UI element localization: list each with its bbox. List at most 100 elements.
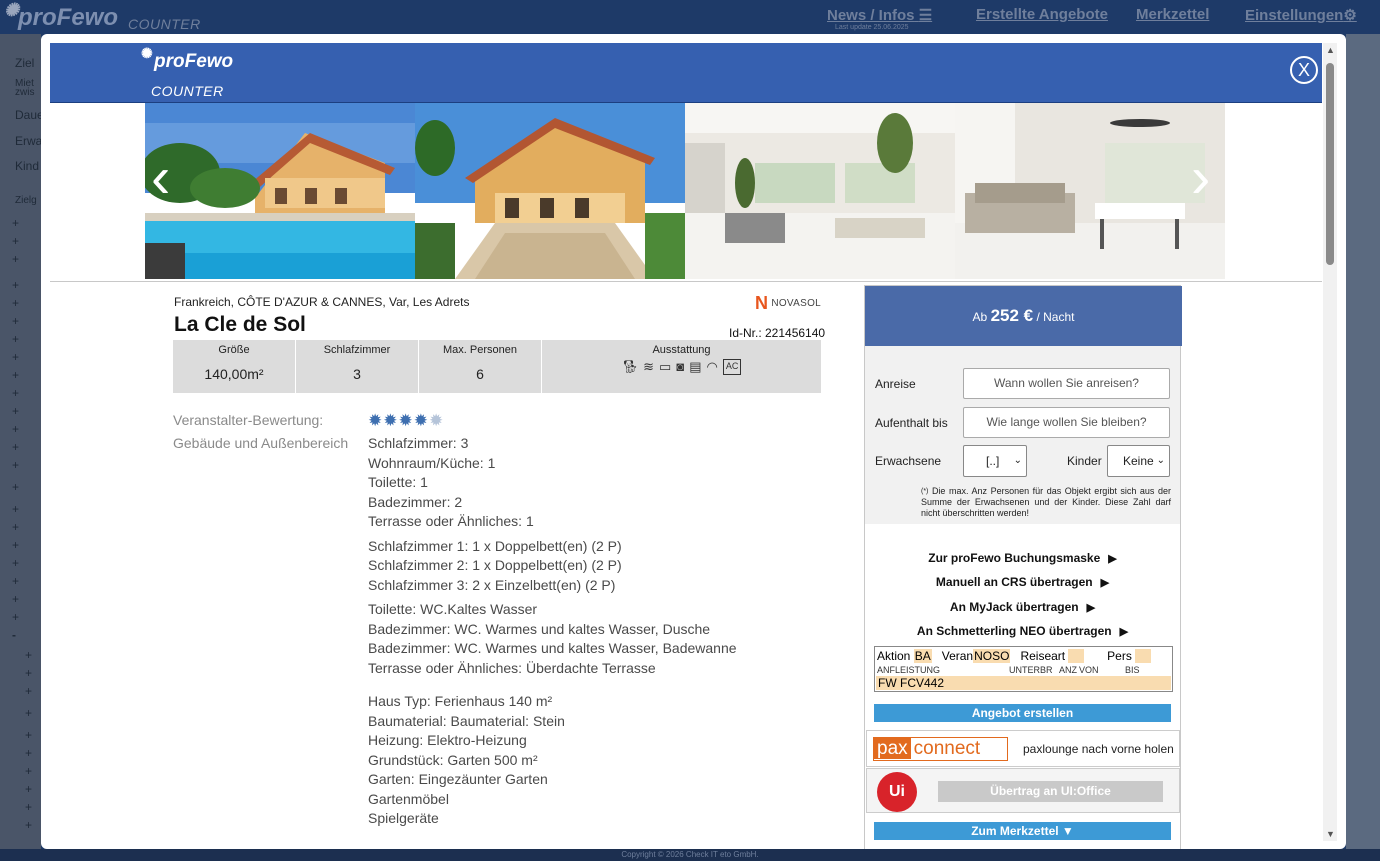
price-value: 252 € xyxy=(990,306,1034,325)
gear-icon: ⚙ xyxy=(1343,7,1357,24)
expand-icon[interactable]: + xyxy=(12,234,19,248)
schmetterling-transfer-button[interactable]: An Schmetterling NEO übertragen ▶ xyxy=(874,621,1171,641)
sidebar-label: Kind xyxy=(15,159,40,173)
expand-icon[interactable]: + xyxy=(12,216,19,230)
scroll-up-icon[interactable]: ▲ xyxy=(1326,45,1335,55)
nav-settings[interactable]: Einstellungen⚙ xyxy=(1245,6,1357,24)
expand-icon[interactable]: + xyxy=(12,332,19,346)
expand-icon[interactable]: + xyxy=(25,728,32,742)
crs-pers-field[interactable] xyxy=(1135,649,1151,663)
create-offer-button[interactable]: Angebot erstellen xyxy=(874,704,1171,722)
chevron-down-icon: ⌄ xyxy=(1013,455,1022,466)
modal-content: ✺ proFewo COUNTER X ‹ › Frankreich, CÔTE… xyxy=(50,43,1322,849)
expand-icon[interactable]: + xyxy=(25,684,32,698)
detail-line: Spielgeräte xyxy=(368,810,439,826)
nav-news-sub: Last update 25.06.2025 xyxy=(835,24,909,31)
crs-transfer-button[interactable]: Manuell an CRS übertragen ▶ xyxy=(874,572,1171,592)
photo-villa-pool[interactable] xyxy=(145,103,415,279)
uioffice-row: Ui Übertrag an UI:Office xyxy=(866,768,1180,813)
paxconnect-row: pax connect paxlounge nach vorne holen xyxy=(866,730,1180,767)
expand-icon[interactable]: + xyxy=(12,458,19,472)
app-logo[interactable]: ✺ proFewo COUNTER xyxy=(4,0,200,32)
uioffice-transfer-button[interactable]: Übertrag an UI:Office xyxy=(938,781,1163,802)
expand-icon[interactable]: + xyxy=(12,610,19,624)
price-box: Ab 252 € / Nacht xyxy=(865,286,1182,346)
crs-aktion-field[interactable]: BA xyxy=(913,649,932,663)
photo-villa-stairs[interactable] xyxy=(415,103,685,279)
nav-news[interactable]: News / Infos ☰ xyxy=(827,6,932,24)
expand-icon[interactable]: + xyxy=(12,440,19,454)
expand-icon[interactable]: + xyxy=(25,746,32,760)
stay-input[interactable]: Wie lange wollen Sie bleiben? xyxy=(963,407,1170,438)
expand-icon[interactable]: + xyxy=(12,386,19,400)
crs-mask: Aktion BA VeranNOSO Reiseart Pers ANFLEI… xyxy=(874,646,1173,692)
expand-icon[interactable]: + xyxy=(12,404,19,418)
arrival-label: Anreise xyxy=(875,377,916,391)
stay-label: Aufenthalt bis xyxy=(875,416,948,430)
expand-icon[interactable]: + xyxy=(25,818,32,832)
gallery-next-arrow[interactable]: › xyxy=(1191,149,1210,207)
rating-stars: ✹✹✹✹✹ xyxy=(368,411,444,431)
photo-living-room[interactable] xyxy=(685,103,955,279)
star-empty-icon: ✹ xyxy=(429,411,445,430)
expand-icon[interactable]: + xyxy=(25,666,32,680)
expand-icon[interactable]: + xyxy=(12,314,19,328)
nav-offers[interactable]: Erstellte Angebote xyxy=(976,6,1108,23)
property-title: La Cle de Sol xyxy=(174,313,306,336)
adults-select[interactable]: [..] ⌄ xyxy=(963,445,1027,477)
expand-icon[interactable]: + xyxy=(25,648,32,662)
app-topbar: ✺ proFewo COUNTER News / Infos ☰ Last up… xyxy=(0,0,1380,34)
expand-icon[interactable]: + xyxy=(12,520,19,534)
collapse-icon[interactable]: - xyxy=(12,628,16,642)
section-label: Gebäude und Außenbereich xyxy=(173,435,349,451)
crs-reiseart-field[interactable] xyxy=(1068,649,1084,663)
fact-max-persons: Max. Personen 6 xyxy=(419,340,542,393)
watchlist-button[interactable]: Zum Merkzettel ▼ xyxy=(874,822,1171,840)
expand-icon[interactable]: + xyxy=(12,502,19,516)
close-button[interactable]: X xyxy=(1290,56,1318,84)
expand-icon[interactable]: + xyxy=(25,764,32,778)
expand-icon[interactable]: + xyxy=(12,252,19,266)
scroll-down-icon[interactable]: ▼ xyxy=(1326,829,1335,839)
detail-line: Haus Typ: Ferienhaus 140 m² xyxy=(368,693,553,709)
expand-icon[interactable]: + xyxy=(12,368,19,382)
paxlounge-link[interactable]: paxlounge nach vorne holen xyxy=(1023,742,1174,756)
play-icon: ▶ xyxy=(1119,626,1129,638)
children-select[interactable]: Keine ⌄ xyxy=(1107,445,1170,477)
nav-watchlist[interactable]: Merkzettel xyxy=(1136,6,1209,23)
expand-icon[interactable]: + xyxy=(12,422,19,436)
amenity-icons: 🐕︎ ≋ ▭ ◙ ▤ ◠ AC xyxy=(542,356,821,375)
expand-icon[interactable]: + xyxy=(12,556,19,570)
fact-amenities: Ausstattung 🐕︎ ≋ ▭ ◙ ▤ ◠ AC xyxy=(542,340,821,393)
expand-icon[interactable]: + xyxy=(12,480,19,494)
myjack-transfer-button[interactable]: An MyJack übertragen ▶ xyxy=(874,597,1171,617)
gallery-prev-arrow[interactable]: ‹ xyxy=(151,149,170,207)
detail-line: Badezimmer: 2 xyxy=(368,493,463,510)
detail-line: Heizung: Elektro-Heizung xyxy=(368,732,527,748)
booking-mask-button[interactable]: Zur proFewo Buchungsmaske ▶ xyxy=(874,548,1171,568)
expand-icon[interactable]: + xyxy=(12,574,19,588)
novasol-logo-icon: N xyxy=(755,293,769,313)
expand-icon[interactable]: + xyxy=(12,296,19,310)
scroll-thumb[interactable] xyxy=(1326,63,1334,265)
star-icon: ✹ xyxy=(368,411,384,430)
expand-icon[interactable]: + xyxy=(12,350,19,364)
modal-scrollbar[interactable]: ▲ ▼ xyxy=(1323,43,1337,841)
fact-size: Größe 140,00m² xyxy=(173,340,296,393)
expand-icon[interactable]: + xyxy=(12,278,19,292)
expand-icon[interactable]: + xyxy=(25,800,32,814)
detail-line: Gartenmöbel xyxy=(368,790,449,807)
sidebar-label: zwis xyxy=(15,87,35,98)
arrival-input[interactable]: Wann wollen Sie anreisen? xyxy=(963,368,1170,399)
expand-icon[interactable]: + xyxy=(12,538,19,552)
expand-icon[interactable]: + xyxy=(25,782,32,796)
detail-line: Badezimmer: WC. Warmes und kaltes Wasser… xyxy=(368,620,711,637)
crs-leistung-field[interactable]: FW FCV442 xyxy=(876,676,1171,690)
play-icon: ▶ xyxy=(1108,553,1117,565)
crs-veran-field[interactable]: NOSO xyxy=(973,649,1011,663)
expand-icon[interactable]: + xyxy=(25,706,32,720)
footer: Copyright © 2026 Check IT eto GmbH. xyxy=(0,849,1380,861)
photo-dining-room[interactable] xyxy=(955,103,1225,279)
sidebar-label: Daue xyxy=(15,108,44,122)
expand-icon[interactable]: + xyxy=(12,592,19,606)
